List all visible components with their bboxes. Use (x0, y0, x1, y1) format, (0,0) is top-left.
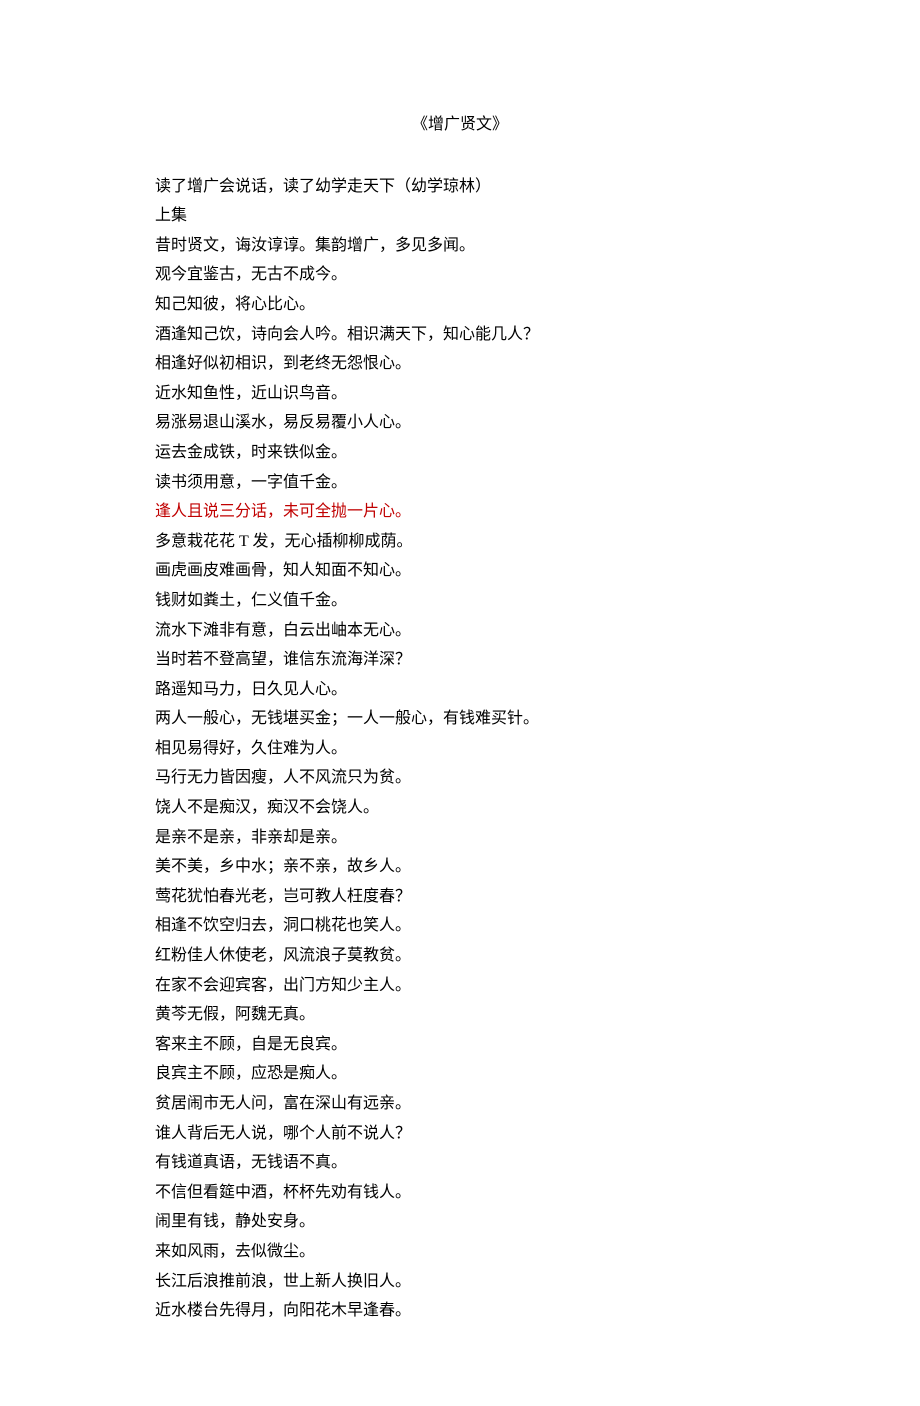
text-line: 美不美，乡中水；亲不亲，故乡人。 (155, 852, 765, 882)
text-line: 画虎画皮难画骨，知人知面不知心。 (155, 556, 765, 586)
text-line: 良宾主不顾，应恐是痴人。 (155, 1059, 765, 1089)
text-line: 马行无力皆因瘦，人不风流只为贫。 (155, 763, 765, 793)
text-line: 谁人背后无人说，哪个人前不说人？ (155, 1119, 765, 1149)
text-line: 两人一般心，无钱堪买金；一人一般心，有钱难买针。 (155, 704, 765, 734)
document-page: 《增广贤文》 读了增广会说话，读了幼学走天下（幼学琼林）上集昔时贤文，诲汝谆谆。… (0, 0, 920, 1406)
text-line: 客来主不顾，自是无良宾。 (155, 1030, 765, 1060)
text-line: 相见易得好，久住难为人。 (155, 734, 765, 764)
text-line: 闹里有钱，静处安身。 (155, 1207, 765, 1237)
text-line: 黄芩无假，阿魏无真。 (155, 1000, 765, 1030)
document-content: 读了增广会说话，读了幼学走天下（幼学琼林）上集昔时贤文，诲汝谆谆。集韵增广，多见… (155, 172, 765, 1326)
text-line: 多意栽花花 T 发，无心插柳柳成荫。 (155, 527, 765, 557)
text-line: 是亲不是亲，非亲却是亲。 (155, 823, 765, 853)
text-line: 贫居闹市无人问，富在深山有远亲。 (155, 1089, 765, 1119)
text-line: 钱财如粪土，仁义值千金。 (155, 586, 765, 616)
text-line: 读书须用意，一字值千金。 (155, 468, 765, 498)
text-line: 酒逢知己饮，诗向会人吟。相识满天下，知心能几人？ (155, 320, 765, 350)
text-line: 在家不会迎宾客，出门方知少主人。 (155, 971, 765, 1001)
text-line: 易涨易退山溪水，易反易覆小人心。 (155, 408, 765, 438)
text-line: 知己知彼，将心比心。 (155, 290, 765, 320)
text-line: 上集 (155, 201, 765, 231)
text-line: 相逢不饮空归去，洞口桃花也笑人。 (155, 911, 765, 941)
text-line: 近水知鱼性，近山识鸟音。 (155, 379, 765, 409)
text-line: 观今宜鉴古，无古不成今。 (155, 260, 765, 290)
text-line: 运去金成铁，时来铁似金。 (155, 438, 765, 468)
text-line: 当时若不登高望，谁信东流海洋深？ (155, 645, 765, 675)
text-line: 来如风雨，去似微尘。 (155, 1237, 765, 1267)
text-line: 流水下滩非有意，白云出岫本无心。 (155, 616, 765, 646)
document-title: 《增广贤文》 (155, 110, 765, 140)
text-line: 莺花犹怕春光老，岂可教人枉度春？ (155, 882, 765, 912)
text-line: 不信但看筵中酒，杯杯先劝有钱人。 (155, 1178, 765, 1208)
text-line: 相逢好似初相识，到老终无怨恨心。 (155, 349, 765, 379)
text-line: 读了增广会说话，读了幼学走天下（幼学琼林） (155, 172, 765, 202)
text-line: 有钱道真语，无钱语不真。 (155, 1148, 765, 1178)
text-line: 昔时贤文，诲汝谆谆。集韵增广，多见多闻。 (155, 231, 765, 261)
text-line: 饶人不是痴汉，痴汉不会饶人。 (155, 793, 765, 823)
text-line: 长江后浪推前浪，世上新人换旧人。 (155, 1267, 765, 1297)
text-line: 路遥知马力，日久见人心。 (155, 675, 765, 705)
text-line: 逢人且说三分话，未可全抛一片心。 (155, 497, 765, 527)
text-line: 红粉佳人休使老，风流浪子莫教贫。 (155, 941, 765, 971)
